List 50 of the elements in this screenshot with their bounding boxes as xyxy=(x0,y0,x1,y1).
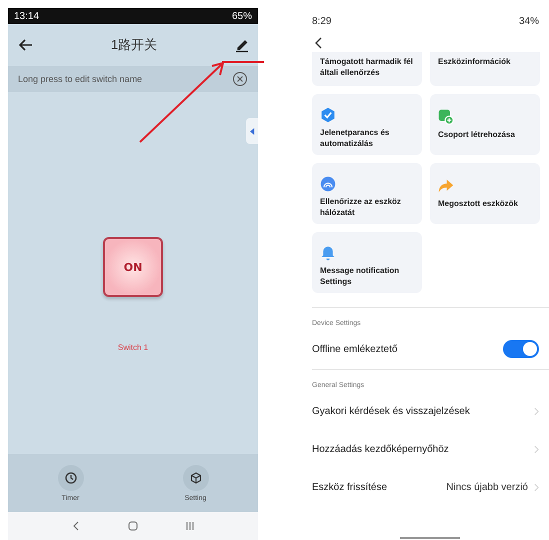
close-icon[interactable] xyxy=(232,71,248,87)
card-title: Megosztott eszközök xyxy=(438,198,520,209)
caret-icon xyxy=(250,128,254,134)
setting-label: Eszköz frissítése xyxy=(312,482,388,492)
switch-name: Switch 1 xyxy=(118,343,148,352)
checkmark-icon xyxy=(320,107,336,123)
timer-button[interactable] xyxy=(58,464,84,490)
feature-card[interactable]: Jelenetparancs és automatizálás xyxy=(312,94,422,155)
power-switch-button[interactable]: ON xyxy=(103,237,163,297)
add-group-icon xyxy=(438,109,454,125)
feature-card[interactable]: Megosztott eszközök xyxy=(430,163,540,224)
side-tab[interactable] xyxy=(246,118,258,144)
setting-label: Gyakori kérdések és visszajelzések xyxy=(312,406,471,416)
status-time: 13:14 xyxy=(14,10,40,22)
chevron-icon xyxy=(534,482,539,492)
settings-row[interactable]: Hozzáadás kezdőképernyőhöz xyxy=(300,433,549,465)
setting-label: Hozzáadás kezdőképernyőhöz xyxy=(312,444,450,454)
screen-title: 1路开关 xyxy=(110,36,158,54)
card-title: Ellenőrizze az eszköz hálózatát xyxy=(320,196,402,218)
setting-value: Nincs újabb verzió xyxy=(446,482,528,492)
chevron-icon xyxy=(534,406,539,416)
chevron-icon xyxy=(534,444,539,454)
feature-card[interactable]: Message notification Settings xyxy=(312,232,422,293)
hint-text: Long press to edit switch name xyxy=(18,74,142,84)
home-icon[interactable] xyxy=(128,521,138,531)
card-title: Message notification Settings xyxy=(320,265,400,287)
feature-card[interactable]: Csoport létrehozása xyxy=(430,94,540,155)
toggle-switch[interactable] xyxy=(503,340,539,358)
card-title: Jelenetparancs és automatizálás xyxy=(320,127,390,149)
status-battery: 34% xyxy=(518,16,539,26)
clock-icon xyxy=(64,472,76,484)
card-title: Támogatott harmadik fél általi ellenőrzés xyxy=(320,56,414,78)
status-time: 8:29 xyxy=(312,16,332,26)
cube-icon xyxy=(190,472,202,484)
card-title: Csoport létrehozása xyxy=(438,129,516,140)
settings-row[interactable]: Gyakori kérdések és visszajelzések xyxy=(300,395,549,427)
signal-icon xyxy=(320,176,336,192)
feature-card[interactable]: Támogatott harmadik fél általi ellenőrzés xyxy=(312,52,422,86)
share-arrow-icon xyxy=(438,178,454,194)
feature-card[interactable]: Ellenőrizze az eszköz hálózatát xyxy=(312,163,422,224)
feature-card[interactable]: Eszközinformációk xyxy=(430,52,540,86)
recent-apps-icon[interactable] xyxy=(184,521,195,531)
status-battery: 65% xyxy=(232,10,252,22)
settings-row[interactable]: Eszköz frissítése Nincs újabb verzió xyxy=(300,471,549,503)
setting-button[interactable] xyxy=(182,464,208,490)
card-title: Eszközinformációk xyxy=(438,56,512,67)
home-indicator xyxy=(400,537,460,539)
setting-label: Offline emlékeztető xyxy=(312,344,398,354)
bell-icon xyxy=(320,245,336,261)
back-arrow-icon[interactable] xyxy=(18,37,34,53)
